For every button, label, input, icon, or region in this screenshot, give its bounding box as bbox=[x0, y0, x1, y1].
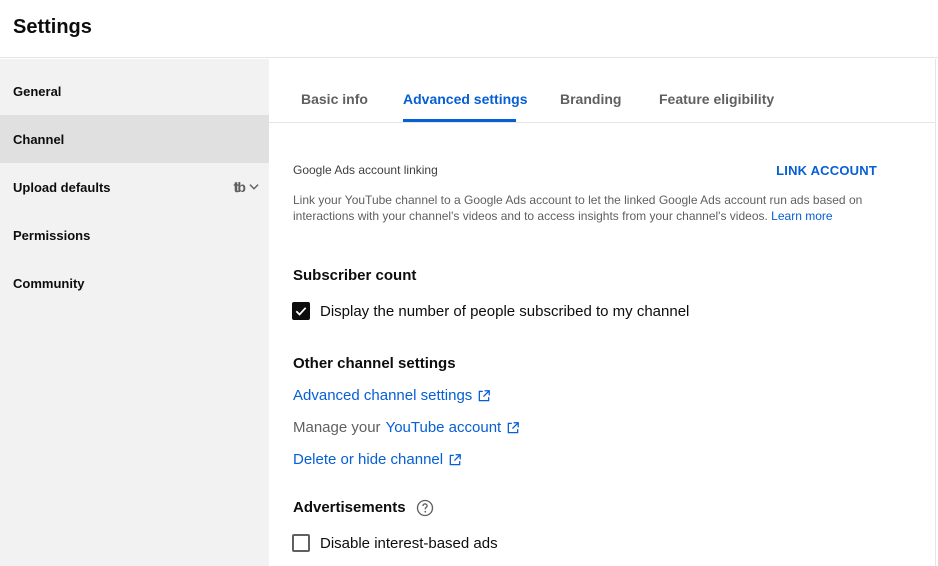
page-header: Settings bbox=[0, 0, 938, 58]
subscriber-count-checkbox[interactable] bbox=[292, 302, 310, 320]
sidebar-item-label: Upload defaults bbox=[13, 179, 111, 195]
tubebuddy-icon: 𝐭b bbox=[233, 178, 246, 195]
sidebar-item-community[interactable]: Community bbox=[0, 259, 269, 307]
sidebar-item-permissions[interactable]: Permissions bbox=[0, 211, 269, 259]
link-account-button[interactable]: LINK ACCOUNT bbox=[776, 163, 877, 178]
checkmark-icon bbox=[295, 307, 307, 316]
manage-youtube-account-row: Manage your YouTube account bbox=[293, 419, 520, 436]
delete-or-hide-channel-link[interactable]: Delete or hide channel bbox=[293, 451, 443, 468]
sidebar: General Channel Upload defaults 𝐭b Permi… bbox=[0, 59, 269, 566]
sidebar-item-label: Channel bbox=[13, 131, 65, 147]
main-panel: Basic info Advanced settings Branding Fe… bbox=[269, 59, 936, 566]
advanced-channel-settings-link[interactable]: Advanced channel settings bbox=[293, 387, 472, 404]
manage-prefix-text: Manage your bbox=[293, 419, 381, 436]
tab-feature-eligibility[interactable]: Feature eligibility bbox=[659, 91, 774, 107]
sidebar-item-label: Community bbox=[13, 275, 85, 291]
youtube-account-link[interactable]: YouTube account bbox=[386, 419, 502, 436]
page-title: Settings bbox=[13, 16, 92, 38]
advertisements-title: Advertisements bbox=[293, 499, 434, 517]
tab-basic-info[interactable]: Basic info bbox=[301, 91, 368, 107]
subscriber-count-checkbox-label: Display the number of people subscribed … bbox=[320, 302, 690, 320]
learn-more-link[interactable]: Learn more bbox=[771, 209, 832, 223]
subscriber-count-option[interactable]: Display the number of people subscribed … bbox=[292, 302, 689, 320]
tab-branding[interactable]: Branding bbox=[560, 91, 621, 107]
tab-bar: Basic info Advanced settings Branding Fe… bbox=[269, 59, 936, 123]
ads-linking-description: Link your YouTube channel to a Google Ad… bbox=[293, 192, 893, 224]
external-link-icon[interactable] bbox=[477, 389, 491, 403]
help-icon[interactable] bbox=[416, 499, 434, 517]
subscriber-count-title: Subscriber count bbox=[293, 267, 417, 284]
external-link-icon[interactable] bbox=[448, 453, 462, 467]
sidebar-item-label: Permissions bbox=[13, 227, 91, 243]
sidebar-item-upload-defaults[interactable]: Upload defaults 𝐭b bbox=[0, 163, 269, 211]
active-tab-indicator bbox=[403, 119, 516, 122]
other-settings-title: Other channel settings bbox=[293, 355, 456, 372]
tab-advanced-settings[interactable]: Advanced settings bbox=[403, 91, 527, 107]
sidebar-item-label: General bbox=[13, 83, 62, 99]
sidebar-item-general[interactable]: General bbox=[0, 67, 269, 115]
delete-channel-row: Delete or hide channel bbox=[293, 451, 462, 468]
chevron-down-icon bbox=[249, 184, 259, 190]
external-link-icon[interactable] bbox=[506, 421, 520, 435]
ads-linking-label: Google Ads account linking bbox=[293, 163, 438, 177]
advertisements-title-text: Advertisements bbox=[293, 499, 406, 516]
sidebar-item-channel[interactable]: Channel bbox=[0, 115, 269, 163]
interest-ads-checkbox[interactable] bbox=[292, 534, 310, 552]
interest-ads-checkbox-label: Disable interest-based ads bbox=[320, 534, 498, 552]
advanced-channel-settings-row: Advanced channel settings bbox=[293, 387, 491, 404]
sidebar-item-extra: 𝐭b bbox=[234, 163, 261, 211]
interest-ads-option[interactable]: Disable interest-based ads bbox=[292, 534, 498, 552]
